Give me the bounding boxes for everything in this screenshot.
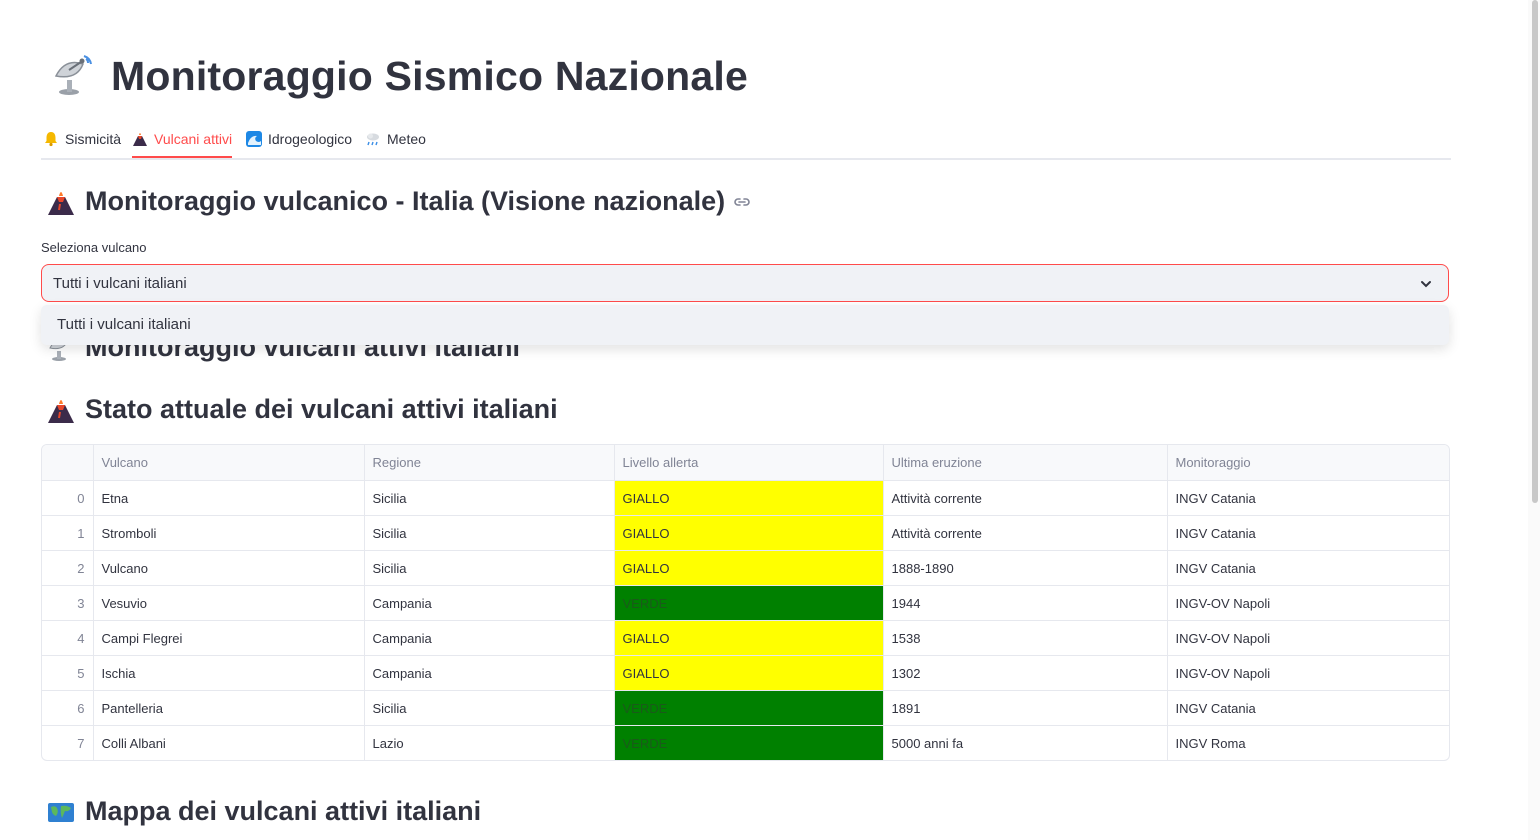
section-heading-mappa: Mappa dei vulcani attivi italiani <box>47 796 481 827</box>
tab-meteo-label: Meteo <box>387 131 426 147</box>
section-heading-monitoraggio-vulcanico: Monitoraggio vulcanico - Italia (Visione… <box>47 186 751 217</box>
table-cell[interactable]: Campania <box>364 620 615 656</box>
column-header[interactable]: Monitoraggio <box>1167 445 1449 481</box>
table-row[interactable]: 7 Colli Albani Lazio VERDE 5000 anni fa INGV … <box>42 725 1449 761</box>
table-cell[interactable]: 1944 <box>883 585 1168 621</box>
table-cell[interactable]: Sicilia <box>364 480 615 516</box>
column-header-index[interactable] <box>42 445 94 481</box>
volcano-icon <box>47 396 75 424</box>
table-cell[interactable]: 1538 <box>883 620 1168 656</box>
page-title: Monitoraggio Sismico Nazionale <box>51 46 748 106</box>
table-cell[interactable]: Campi Flegrei <box>93 620 365 656</box>
world-map-icon <box>47 798 75 826</box>
section-heading-stato-attuale: Stato attuale dei vulcani attivi italian… <box>47 394 558 425</box>
table-cell[interactable]: INGV-OV Napoli <box>1167 585 1449 621</box>
table-cell[interactable]: INGV-OV Napoli <box>1167 620 1449 656</box>
table-cell[interactable]: Lazio <box>364 725 615 760</box>
volcano-select[interactable]: Tutti i vulcani italiani <box>41 264 1449 302</box>
volcano-icon <box>47 188 75 216</box>
table-cell[interactable]: 1302 <box>883 655 1168 691</box>
row-index-cell[interactable]: 3 <box>42 585 94 621</box>
bell-icon <box>43 131 59 147</box>
table-row[interactable]: 0 Etna Sicilia GIALLO Attività corrente INGV … <box>42 480 1449 516</box>
row-index-cell[interactable]: 2 <box>42 550 94 586</box>
table-cell[interactable]: INGV-OV Napoli <box>1167 655 1449 691</box>
table-header-row: Vulcano Regione Livello allerta Ultima eruz… <box>42 445 1449 481</box>
satellite-antenna-icon <box>54 55 92 95</box>
alert-level-cell[interactable]: VERDE <box>614 690 884 726</box>
table-cell[interactable]: 5000 anni fa <box>883 725 1168 760</box>
table-cell[interactable]: Ischia <box>93 655 365 691</box>
column-header[interactable]: Regione <box>364 445 615 481</box>
section-heading-text: Stato attuale dei vulcani attivi italian… <box>85 394 558 424</box>
water-wave-icon <box>246 131 262 147</box>
table-cell[interactable]: Sicilia <box>364 550 615 586</box>
table-cell[interactable]: 1888-1890 <box>883 550 1168 586</box>
table-cell[interactable]: INGV Catania <box>1167 515 1449 551</box>
select-label: Seleziona vulcano <box>41 240 147 255</box>
volcano-select-value: Tutti i vulcani italiani <box>53 274 187 292</box>
table-cell[interactable]: Stromboli <box>93 515 365 551</box>
alert-level-cell[interactable]: GIALLO <box>614 480 884 516</box>
row-index-cell[interactable]: 7 <box>42 725 94 760</box>
table-cell[interactable]: INGV Catania <box>1167 550 1449 586</box>
section-heading-text: Mappa dei vulcani attivi italiani <box>85 796 482 826</box>
table-cell[interactable]: Attività corrente <box>883 480 1168 516</box>
tab-meteo[interactable]: Meteo <box>365 122 426 156</box>
table-cell[interactable]: 1891 <box>883 690 1168 726</box>
tab-idrogeologico[interactable]: Idrogeologico <box>246 122 352 156</box>
row-index-cell[interactable]: 5 <box>42 655 94 691</box>
column-header[interactable]: Ultima eruzione <box>883 445 1168 481</box>
row-index-cell[interactable]: 4 <box>42 620 94 656</box>
alert-level-cell[interactable]: GIALLO <box>614 620 884 656</box>
table-cell[interactable]: Sicilia <box>364 515 615 551</box>
scrollbar-thumb[interactable] <box>1532 0 1538 503</box>
table-row[interactable]: 4 Campi Flegrei Campania GIALLO 1538 INGV-OV … <box>42 620 1449 656</box>
row-index-cell[interactable]: 1 <box>42 515 94 551</box>
alert-level-cell[interactable]: GIALLO <box>614 655 884 691</box>
column-header[interactable]: Vulcano <box>93 445 365 481</box>
alert-level-cell[interactable]: VERDE <box>614 585 884 621</box>
tab-idrogeologico-label: Idrogeologico <box>268 131 353 147</box>
tab-sismicita-label: Sismicità <box>65 131 122 147</box>
table-cell[interactable]: Vesuvio <box>93 585 365 621</box>
tab-sismicita[interactable]: Sismicità <box>43 122 121 156</box>
chevron-down-icon[interactable] <box>1418 276 1434 292</box>
table-row[interactable]: 1 Stromboli Sicilia GIALLO Attività corrente… <box>42 515 1449 551</box>
table-row[interactable]: 2 Vulcano Sicilia GIALLO 1888-1890 INGV Catan… <box>42 550 1449 586</box>
alert-level-cell[interactable]: GIALLO <box>614 515 884 551</box>
section-heading-text: Monitoraggio vulcanico - Italia (Visione… <box>85 186 726 216</box>
table-cell[interactable]: Attività corrente <box>883 515 1168 551</box>
tab-vulcani-attivi[interactable]: Vulcani attivi <box>132 122 233 158</box>
row-index-cell[interactable]: 0 <box>42 480 94 516</box>
volcano-status-table[interactable]: Vulcano Regione Livello allerta Ultima eruz… <box>41 444 1450 761</box>
alert-level-cell[interactable]: GIALLO <box>614 550 884 586</box>
volcano-select-dropdown: Tutti i vulcani italiani <box>41 305 1449 345</box>
table-row[interactable]: 6 Pantelleria Sicilia VERDE 1891 INGV Catania <box>42 690 1449 726</box>
scrollbar[interactable] <box>1528 0 1540 840</box>
tab-vulcani-attivi-label: Vulcani attivi <box>154 131 233 147</box>
table-cell[interactable]: Campania <box>364 655 615 691</box>
row-index-cell[interactable]: 6 <box>42 690 94 726</box>
table-cell[interactable]: Campania <box>364 585 615 621</box>
table-cell[interactable]: Etna <box>93 480 365 516</box>
table-row[interactable]: 3 Vesuvio Campania VERDE 1944 INGV-OV Napoli <box>42 585 1449 621</box>
table-cell[interactable]: INGV Catania <box>1167 690 1449 726</box>
table-cell[interactable]: Sicilia <box>364 690 615 726</box>
table-cell[interactable]: INGV Roma <box>1167 726 1449 761</box>
column-header[interactable]: Livello allerta <box>614 445 884 481</box>
volcano-icon <box>132 131 148 147</box>
tab-bar: Sismicità Vulcani attivi Idrogeologico M… <box>41 122 1451 160</box>
table-cell[interactable]: Colli Albani <box>93 725 365 760</box>
page-title-text: Monitoraggio Sismico Nazionale <box>111 52 749 99</box>
link-icon[interactable] <box>733 193 751 211</box>
table-row[interactable]: 5 Ischia Campania GIALLO 1302 INGV-OV Napoli <box>42 655 1449 691</box>
table-cell[interactable]: Vulcano <box>93 550 365 586</box>
dropdown-option-tutti[interactable]: Tutti i vulcani italiani <box>57 316 191 333</box>
table-cell[interactable]: INGV Catania <box>1167 480 1449 516</box>
table-cell[interactable]: Pantelleria <box>93 690 365 726</box>
rain-cloud-icon <box>365 131 381 147</box>
alert-level-cell[interactable]: VERDE <box>614 725 884 760</box>
